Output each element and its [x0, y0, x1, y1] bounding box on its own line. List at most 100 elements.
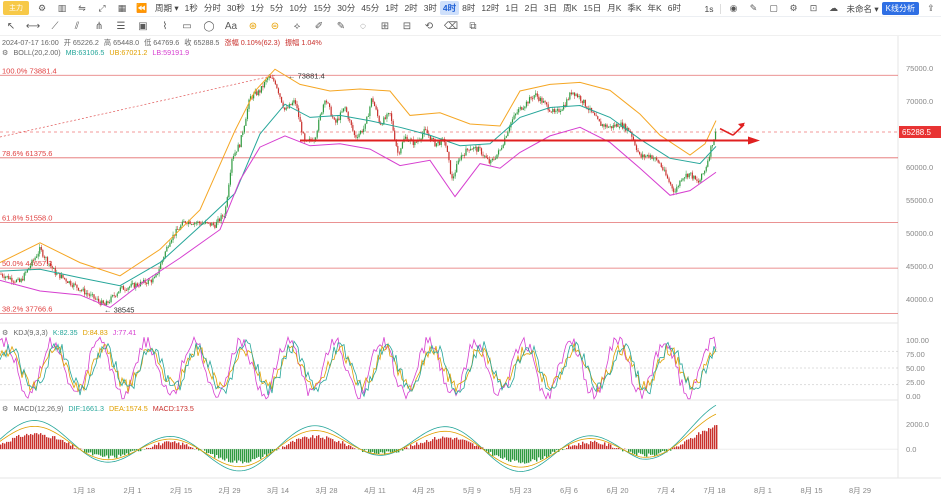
interval-4[interactable]: 5分 — [267, 1, 286, 15]
lock-drawings-icon[interactable]: ⊞ — [377, 19, 393, 35]
text-icon[interactable]: Aa — [223, 19, 239, 35]
candle-body — [299, 116, 301, 122]
macd-label[interactable]: MACD(12,26,9) — [13, 404, 63, 413]
macd-histogram-bar — [500, 449, 502, 459]
boll-settings-icon[interactable]: ⚙ — [2, 48, 8, 57]
interval-20[interactable]: 月K — [604, 1, 624, 15]
boll-label[interactable]: BOLL(20,2.00) — [13, 48, 60, 57]
candle-body — [673, 188, 675, 193]
chart-canvas[interactable]: 75000.0 70000.0 65000.0 60000.0 55000.0 50000… — [0, 0, 941, 500]
indicator-icon[interactable]: ⚙ — [35, 1, 49, 15]
save-icon[interactable]: ⊡ — [807, 2, 821, 16]
brush-icon[interactable]: ✐ — [311, 19, 327, 35]
macd-histogram-bar — [430, 441, 432, 450]
candle-type-icon[interactable]: ▥ — [55, 1, 69, 15]
candle-body — [711, 145, 714, 147]
interval-23[interactable]: 6时 — [665, 1, 684, 15]
candle-body — [236, 151, 238, 153]
interval-6[interactable]: 15分 — [310, 1, 334, 15]
interval-14[interactable]: 12时 — [478, 1, 502, 15]
period-dropdown[interactable]: 周期 ▾ — [152, 1, 182, 15]
candle-body — [676, 186, 678, 192]
remove-drawings-icon[interactable]: ⊟ — [399, 19, 415, 35]
horizontal-line-icon[interactable]: ⟷ — [25, 19, 41, 35]
pitchfork-icon[interactable]: ⋔ — [91, 19, 107, 35]
gann-icon[interactable]: ▣ — [135, 19, 151, 35]
interval-3[interactable]: 1分 — [248, 1, 267, 15]
interval-21[interactable]: 季K — [624, 1, 644, 15]
interval-18[interactable]: 周K — [560, 1, 580, 15]
cloud-icon[interactable]: ☁ — [827, 2, 841, 16]
interval-11[interactable]: 3时 — [421, 1, 440, 15]
interval-2[interactable]: 30秒 — [224, 1, 248, 15]
high-price-marker: ← 73881.4 — [288, 71, 325, 80]
trend-line-icon[interactable]: ⟋ — [47, 19, 63, 35]
candle-body — [254, 91, 256, 94]
interval-19[interactable]: 15日 — [580, 1, 604, 15]
main-force-badge[interactable]: 主力 — [3, 1, 29, 15]
interval-5[interactable]: 10分 — [286, 1, 310, 15]
refresh-rate[interactable]: 1s — [702, 2, 717, 16]
interval-15[interactable]: 1日 — [502, 1, 521, 15]
share-icon[interactable]: ⇪ — [924, 2, 938, 16]
compare-icon[interactable]: ⇋ — [75, 1, 89, 15]
candle-body — [155, 274, 157, 278]
interval-1[interactable]: 分时 — [201, 1, 224, 15]
interval-12[interactable]: 4时 — [439, 1, 460, 15]
interval-0[interactable]: 1秒 — [182, 1, 201, 15]
interval-8[interactable]: 45分 — [358, 1, 382, 15]
layers-icon[interactable]: ⧉ — [465, 19, 481, 35]
kline-analysis-button[interactable]: K线分析 — [881, 2, 919, 15]
rectangle-icon[interactable]: ▭ — [179, 19, 195, 35]
interval-16[interactable]: 2日 — [522, 1, 541, 15]
magnet-icon[interactable]: ⊛ — [245, 19, 261, 35]
macd-histogram-bar — [212, 449, 214, 455]
macd-histogram-bar — [192, 447, 194, 450]
layout-icon[interactable]: ▦ — [115, 1, 129, 15]
ruler-icon[interactable]: ⟡ — [289, 19, 305, 35]
macd-settings-icon[interactable]: ⚙ — [2, 404, 8, 413]
pattern-icon[interactable]: ⌇ — [157, 19, 173, 35]
macd-histogram-bar — [34, 433, 36, 450]
delete-icon[interactable]: ⌫ — [443, 19, 459, 35]
candle-body — [556, 109, 559, 111]
edit-icon[interactable]: ✎ — [747, 2, 761, 16]
interval-13[interactable]: 8时 — [459, 1, 478, 15]
macd-histogram-bar — [622, 449, 624, 452]
candle-body — [271, 77, 273, 79]
macd-histogram-bar — [274, 449, 276, 451]
candle-body — [662, 167, 664, 171]
kdj-label[interactable]: KDJ(9,3,3) — [13, 328, 47, 337]
interval-17[interactable]: 3日 — [541, 1, 560, 15]
fib-retracement-icon[interactable]: ☰ — [113, 19, 129, 35]
candle-body — [279, 93, 281, 97]
cursor-icon[interactable]: ↖ — [3, 19, 19, 35]
ellipse-icon[interactable]: ◯ — [201, 19, 217, 35]
interval-7[interactable]: 30分 — [334, 1, 358, 15]
macd-histogram-bar — [602, 444, 604, 450]
fullscreen-icon[interactable]: ▢ — [767, 2, 781, 16]
macd-histogram-bar — [524, 449, 526, 464]
camera-icon[interactable]: ◉ — [727, 2, 741, 16]
hide-drawings-icon[interactable]: ◌ — [355, 19, 371, 35]
kdj-k-line — [0, 338, 717, 398]
stay-drawing-icon[interactable]: ✎ — [333, 19, 349, 35]
interval-10[interactable]: 2时 — [401, 1, 420, 15]
template-name[interactable]: 未命名 ▾ — [844, 2, 882, 16]
rewind-icon[interactable]: ⏪ — [135, 1, 149, 15]
interval-22[interactable]: 年K — [645, 1, 665, 15]
candle-body — [628, 127, 630, 131]
parallel-channel-icon[interactable]: ⫽ — [69, 19, 85, 35]
sync-drawings-icon[interactable]: ⟲ — [421, 19, 437, 35]
expand-icon[interactable]: ⤢ — [95, 1, 109, 15]
candle-body — [25, 272, 27, 274]
candle-body — [490, 160, 492, 164]
candle-body — [553, 109, 555, 112]
macd-histogram-bar — [502, 449, 504, 459]
measure-icon[interactable]: ⊜ — [267, 19, 283, 35]
kdj-settings-icon[interactable]: ⚙ — [2, 328, 8, 337]
interval-9[interactable]: 1时 — [382, 1, 401, 15]
candle-body — [333, 117, 335, 120]
settings-icon[interactable]: ⚙ — [787, 2, 801, 16]
macd-info: ⚙ MACD(12,26,9) DIF:1661.3 DEA:1574.5 MA… — [2, 404, 197, 413]
